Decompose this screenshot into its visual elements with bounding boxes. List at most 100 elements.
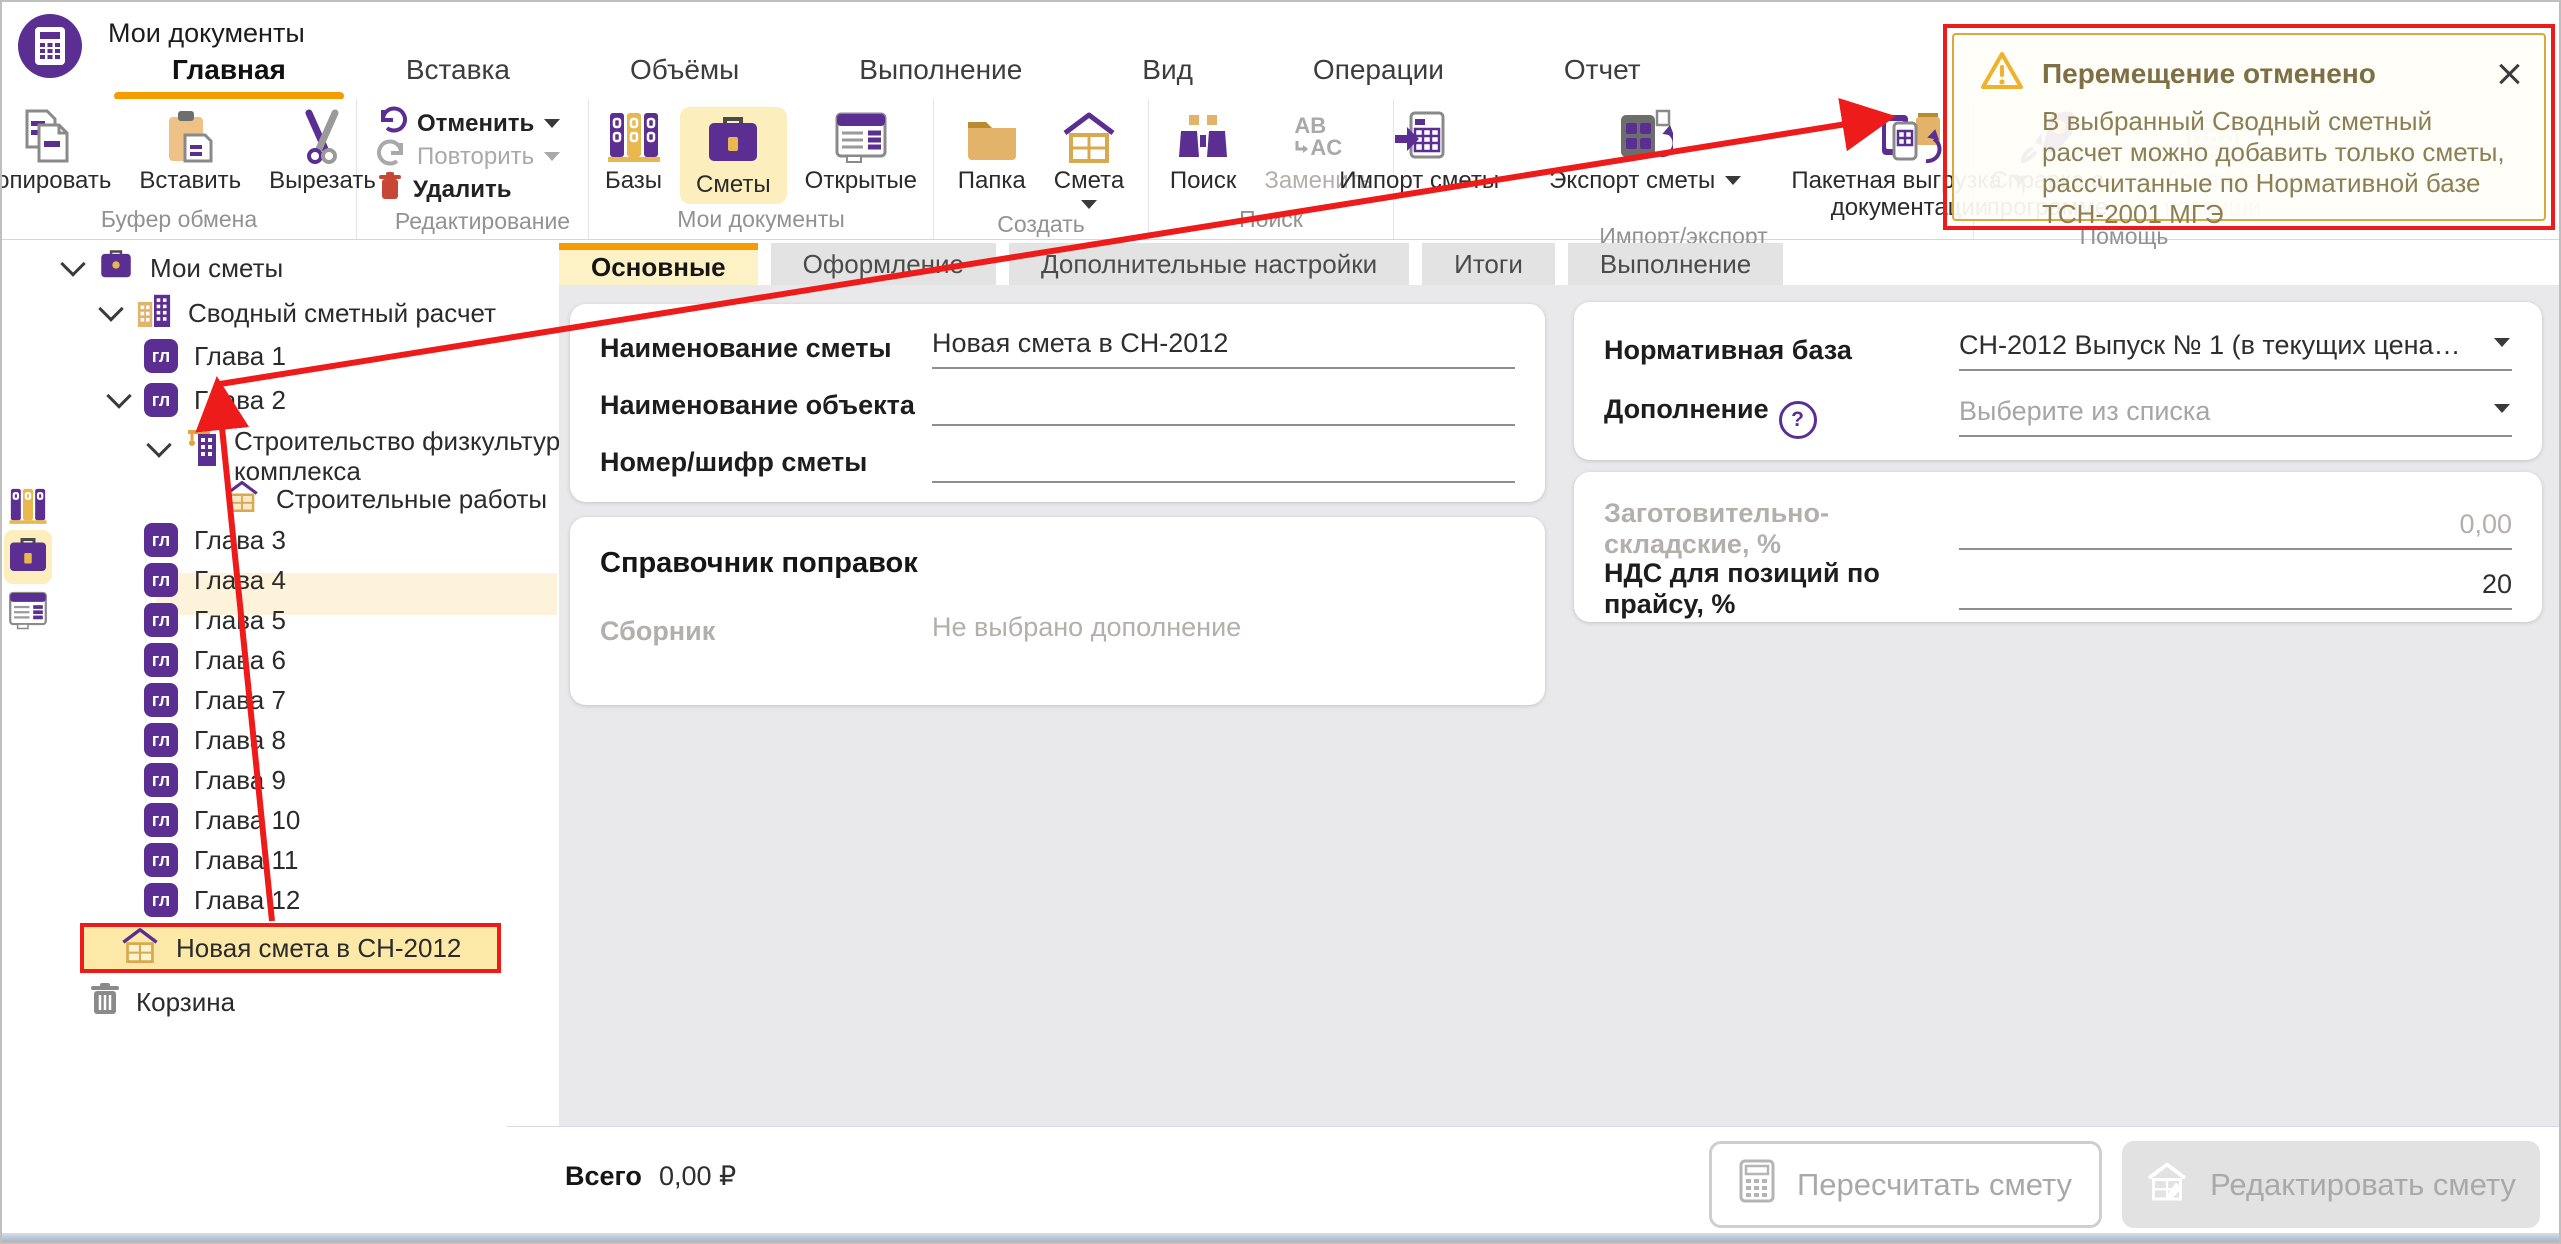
paste-button[interactable]: Вставить (129, 107, 251, 194)
delete-button[interactable]: Удалить (377, 173, 512, 206)
recalculate-button[interactable]: Пересчитать смету (1709, 1141, 2102, 1228)
tab-execution[interactable]: Выполнение (1568, 243, 1783, 285)
chevron-down-icon[interactable] (98, 296, 123, 321)
import-estimate-button[interactable]: Импорт сметы (1329, 107, 1509, 194)
warehouse-percent-input[interactable]: 0,00 (1959, 509, 2512, 550)
estimate-number-input[interactable] (932, 442, 1515, 483)
ribbon-group-label: Редактирование (395, 208, 570, 235)
menu-tab-obyomy[interactable]: Объёмы (630, 54, 739, 100)
export-estimate-button[interactable]: Экспорт сметы (1539, 107, 1751, 194)
paste-icon (165, 107, 215, 167)
dropdown-caret-icon[interactable] (2494, 338, 2510, 347)
chevron-down-icon[interactable] (60, 251, 85, 276)
vat-percent-input[interactable]: 20 (1959, 569, 2512, 610)
tab-design[interactable]: Оформление (771, 243, 996, 285)
menu-tab-otchet[interactable]: Отчет (1564, 54, 1641, 100)
estimate-name-label: Наименование сметы (600, 333, 932, 364)
window-title: Мои документы (108, 18, 305, 49)
content-tab-bar: Основные Оформление Дополнительные настр… (559, 243, 1783, 285)
chapter-badge-icon: гл (144, 563, 178, 597)
tree-item-construction-works[interactable]: Строительные работы (224, 479, 547, 519)
estimate-name-input[interactable]: Новая смета в СН-2012 (932, 328, 1515, 369)
copy-icon (21, 107, 73, 167)
menu-tab-operacii[interactable]: Операции (1313, 54, 1444, 100)
tree-item-chapter-2[interactable]: гл Глава 2 (110, 380, 286, 420)
chevron-down-icon[interactable] (146, 432, 171, 457)
tree-item-chapter-4[interactable]: глГлава 4 (144, 560, 286, 600)
corrections-title: Справочник поправок (600, 547, 918, 580)
menu-tab-vypolnenie[interactable]: Выполнение (859, 54, 1022, 100)
menu-tab-vstavka[interactable]: Вставка (406, 54, 510, 100)
tree-item-construction-complex[interactable]: Строительство физкультурногокомплекса (150, 426, 612, 486)
edit-estimate-button[interactable]: Редактировать смету (2122, 1141, 2540, 1228)
rail-open-icon[interactable] (5, 590, 51, 630)
create-folder-button[interactable]: Папка (948, 107, 1036, 194)
tree-item-new-estimate[interactable]: Новая смета в СН-2012 (80, 923, 501, 973)
tree-item-chapter-10[interactable]: глГлава 10 (144, 800, 300, 840)
tree-item-chapter-3[interactable]: глГлава 3 (144, 520, 286, 560)
tree-item-chapter-7[interactable]: глГлава 7 (144, 680, 286, 720)
app-logo-icon (18, 14, 82, 78)
calculator-icon (1739, 1159, 1775, 1211)
create-estimate-caret-icon[interactable] (1081, 200, 1097, 209)
tree-item-chapter-5[interactable]: глГлава 5 (144, 600, 286, 640)
app-window: Мои документы Главная Вставка Объёмы Вып… (0, 0, 2561, 1244)
export-icon (1617, 107, 1673, 167)
rail-estimates-icon[interactable] (5, 536, 51, 576)
tree-item-my-estimates[interactable]: Мои сметы (64, 248, 283, 288)
tree-item-chapter-11[interactable]: глГлава 11 (144, 840, 298, 880)
ribbon-group-create: Папка Смета Создать (934, 99, 1149, 239)
chapter-badge-icon: гл (144, 603, 178, 637)
chapter-badge-icon: гл (144, 683, 178, 717)
tree-item-summary-calculation[interactable]: Сводный сметный расчет (102, 293, 496, 333)
object-name-input[interactable] (932, 385, 1515, 426)
dropdown-caret-icon[interactable] (2494, 404, 2510, 413)
folder-icon (964, 107, 1020, 167)
ribbon-group-editing: Отменить Повторить Удалить Редактировани… (357, 99, 589, 239)
addition-select[interactable]: Выберите из списка (1959, 396, 2512, 437)
open-docs-button[interactable]: Открытые (795, 107, 927, 194)
notification-message: В выбранный Сводный сметный расчет можно… (2042, 106, 2512, 230)
tab-additional-settings[interactable]: Дополнительные настройки (1009, 243, 1409, 285)
tree-item-chapter-8[interactable]: глГлава 8 (144, 720, 286, 760)
ribbon-group-label: Создать (997, 211, 1084, 238)
collection-label: Сборник (600, 616, 932, 647)
export-caret-icon[interactable] (1725, 176, 1741, 185)
create-estimate-button[interactable]: Смета (1044, 107, 1134, 209)
ribbon-group-label: Буфер обмена (101, 206, 257, 233)
corrections-card: Справочник поправок Сборник Не выбрано д… (570, 517, 1545, 705)
ribbon-group-clipboard: Копировать Вставить Вырезать Буфер обмен… (2, 99, 357, 239)
ribbon-group-import-export: Импорт сметы Экспорт сметы Пакетная выгр… (1394, 99, 1974, 239)
import-icon (1391, 107, 1447, 167)
crane-building-icon (184, 426, 218, 473)
undo-button[interactable]: Отменить (377, 107, 560, 140)
tree-item-chapter-9[interactable]: глГлава 9 (144, 760, 286, 800)
tree-item-trash[interactable]: Корзина (90, 982, 235, 1022)
bases-button[interactable]: Базы (595, 107, 672, 194)
estimates-button[interactable]: Сметы (680, 107, 787, 204)
rail-bases-icon[interactable] (5, 486, 51, 526)
vat-percent-label: НДС для позиций по прайсу, % (1604, 558, 1959, 620)
normative-base-select[interactable]: СН-2012 Выпуск № 1 (в текущих ценах по с… (1959, 330, 2512, 371)
tree-item-chapter-12[interactable]: глГлава 12 (144, 880, 300, 920)
tree-item-chapter-1[interactable]: гл Глава 1 (144, 336, 286, 376)
chapter-badge-icon: гл (144, 339, 178, 373)
undo-caret-icon[interactable] (544, 119, 560, 128)
chevron-down-icon[interactable] (106, 383, 131, 408)
buildings-icon (136, 293, 172, 334)
menu-tab-glavnaya[interactable]: Главная (172, 54, 286, 100)
notification-title: Перемещение отменено (2042, 58, 2476, 90)
search-button[interactable]: Поиск (1160, 107, 1247, 194)
redo-button[interactable]: Повторить (377, 140, 560, 173)
tree-item-chapter-6[interactable]: глГлава 6 (144, 640, 286, 680)
scissors-icon (297, 107, 347, 167)
notification-highlight-box: Перемещение отменено В выбранный Сводный… (1943, 24, 2555, 230)
copy-button[interactable]: Копировать (0, 107, 121, 194)
menu-tab-vid[interactable]: Вид (1142, 54, 1193, 100)
tab-main[interactable]: Основные (559, 243, 758, 285)
close-icon[interactable] (2494, 59, 2524, 89)
addition-label: Дополнение? (1604, 394, 1959, 439)
help-circle-icon[interactable]: ? (1779, 401, 1817, 439)
notification-toast: Перемещение отменено В выбранный Сводный… (1952, 33, 2546, 221)
tab-totals[interactable]: Итоги (1422, 243, 1555, 285)
